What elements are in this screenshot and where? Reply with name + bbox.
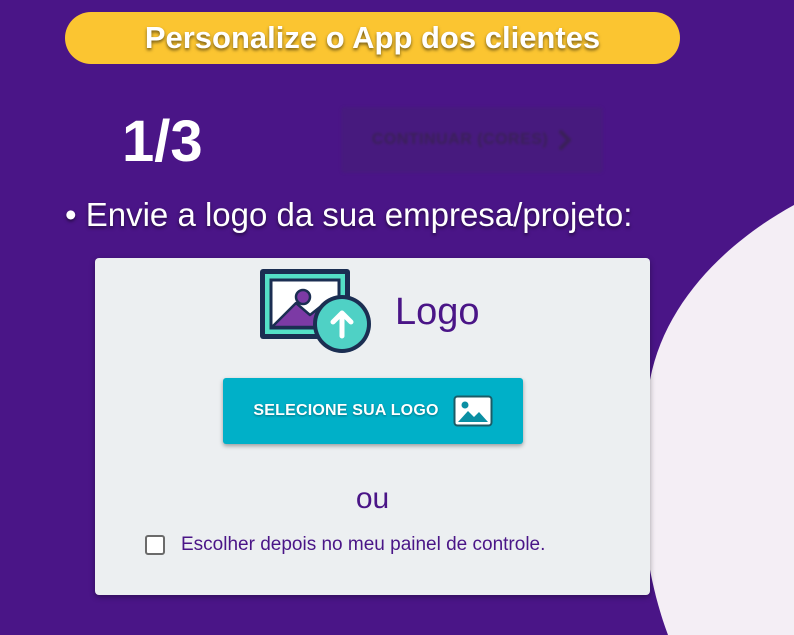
page-title: Personalize o App dos clientes [144,20,601,55]
select-logo-button[interactable]: SELECIONE SUA LOGO [223,378,523,444]
logo-upload-card: Logo SELECIONE SUA LOGO ou Escolher depo… [95,258,650,595]
logo-title: Logo [395,291,480,333]
choose-later-checkbox[interactable] [145,535,165,555]
chevron-right-icon [558,129,572,151]
choose-later-label[interactable]: Escolher depois no meu painel de control… [181,534,545,556]
continue-button-label: CONTINUAR (CORES) [371,131,549,148]
image-icon [453,395,493,427]
step-indicator: 1/3 [122,109,203,174]
header-banner: Personalize o App dos clientes [65,12,680,64]
upload-instruction: • Envie a logo da sua empresa/projeto: [65,196,633,233]
continue-button[interactable]: CONTINUAR (CORES) [341,107,603,173]
image-upload-icon [260,269,371,353]
choose-later-option: Escolher depois no meu painel de control… [145,534,545,556]
select-logo-button-label: SELECIONE SUA LOGO [253,402,439,419]
or-separator: ou [355,482,390,515]
